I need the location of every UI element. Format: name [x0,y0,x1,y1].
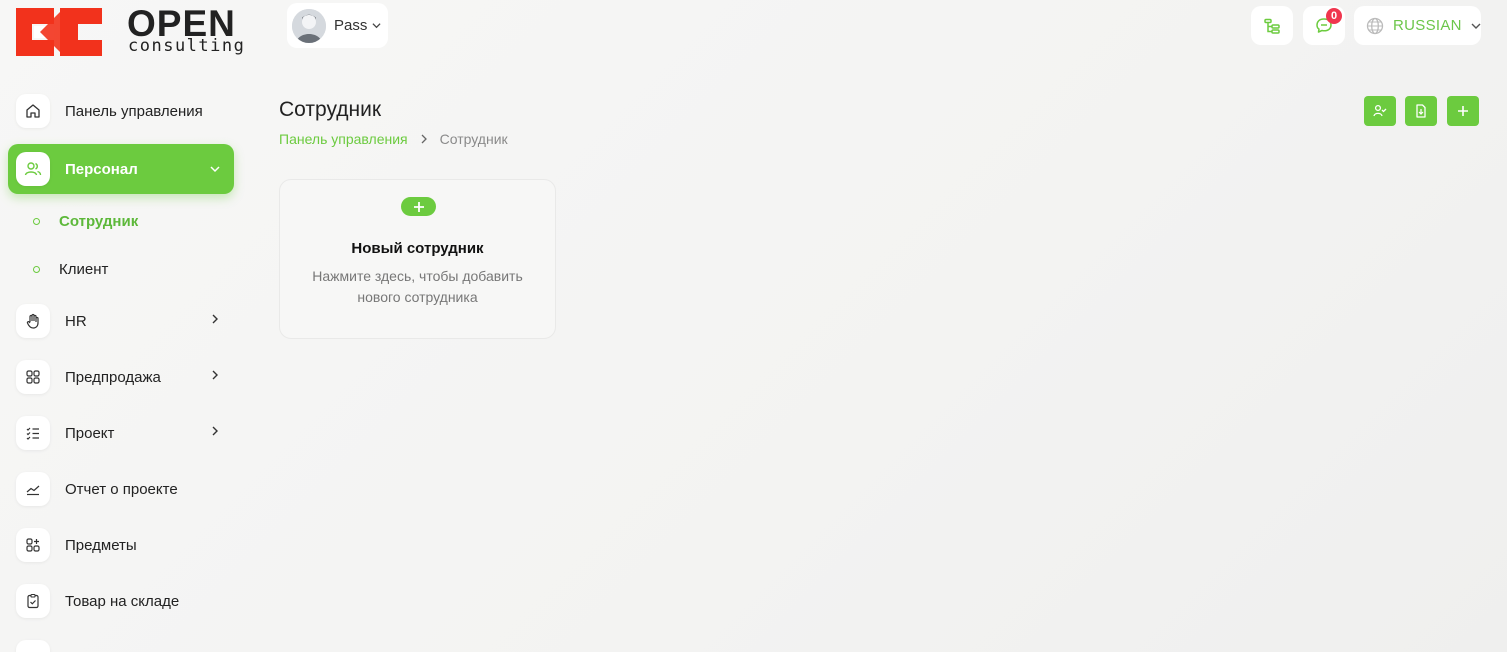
breadcrumb-current: Сотрудник [439,131,508,147]
bullet-icon [33,266,40,273]
grid-plus-icon [16,528,50,562]
sidebar-item-label: Персонал [65,160,138,178]
clipboard-check-icon [16,584,50,618]
avatar-icon [292,8,326,43]
sidebar-subitem-client[interactable]: Клиент [33,261,108,278]
checklist-icon [16,416,50,450]
sidebar-item-hr[interactable]: HR [8,296,234,346]
chevron-down-icon [1471,23,1481,29]
brand-tagline: consulting [128,36,246,56]
hierarchy-icon [1264,18,1280,34]
sidebar-item-label: Панель управления [65,102,203,120]
menu-item-icon [16,640,50,652]
breadcrumb-home-link[interactable]: Панель управления [279,131,408,147]
sidebar-item-label: Товар на складе [65,592,180,610]
plus-icon [1458,106,1468,116]
sidebar-item-label: Проект [65,424,115,442]
messages-button[interactable]: 0 [1303,6,1345,45]
sidebar-item-label: Предпродажа [65,368,161,386]
new-employee-card[interactable]: Новый сотрудник Нажмите здесь, чтобы доб… [279,179,556,339]
user-name: Pass [334,17,368,34]
user-menu-button[interactable]: Pass [287,3,388,48]
brand-logo[interactable]: OPEN consulting [16,4,244,56]
chevron-down-icon [372,23,381,29]
chevron-down-icon [210,166,220,173]
sidebar-item-partial[interactable] [8,632,234,652]
bullet-icon [33,218,40,225]
grid-icon [16,360,50,394]
sidebar-item-personnel[interactable]: Персонал [8,144,234,194]
chart-line-icon [16,472,50,506]
user-check-icon [1373,104,1387,117]
plus-icon [401,197,436,216]
card-title: Новый сотрудник [351,240,484,257]
sidebar-item-project-report[interactable]: Отчет о проекте [8,464,234,514]
home-icon [16,94,50,128]
chevron-right-icon [212,314,218,324]
sidebar-subitem-employee[interactable]: Сотрудник [33,213,138,230]
chevron-right-icon [212,370,218,380]
chevron-right-icon [421,134,427,144]
user-check-button[interactable] [1364,96,1396,126]
sidebar-item-items[interactable]: Предметы [8,520,234,570]
hand-icon [16,304,50,338]
sidebar-item-project[interactable]: Проект [8,408,234,458]
page-title: Сотрудник [279,98,382,121]
card-description: Нажмите здесь, чтобы добавить нового сот… [312,268,523,305]
export-document-button[interactable] [1405,96,1437,126]
sidebar-subitem-label: Клиент [59,261,109,278]
chevron-right-icon [212,426,218,436]
users-icon [16,152,50,186]
sidebar-item-presale[interactable]: Предпродажа [8,352,234,402]
sidebar-subitem-label: Сотрудник [59,213,139,230]
avatar [292,8,326,43]
open-consulting-logo-icon [16,8,102,56]
sidebar-item-stock[interactable]: Товар на складе [8,576,234,626]
globe-icon [1366,17,1384,34]
add-button[interactable] [1447,96,1479,126]
sidebar-item-label: Предметы [65,536,137,554]
sidebar-item-label: HR [65,312,87,330]
language-selector[interactable]: RUSSIAN [1354,6,1481,45]
language-label: RUSSIAN [1393,17,1462,34]
org-tree-button[interactable] [1251,6,1293,45]
document-icon [1416,104,1426,118]
sidebar-item-label: Отчет о проекте [65,480,178,498]
breadcrumb: Панель управления Сотрудник [279,131,508,147]
sidebar-item-dashboard[interactable]: Панель управления [8,86,234,136]
notification-badge: 0 [1326,8,1342,24]
